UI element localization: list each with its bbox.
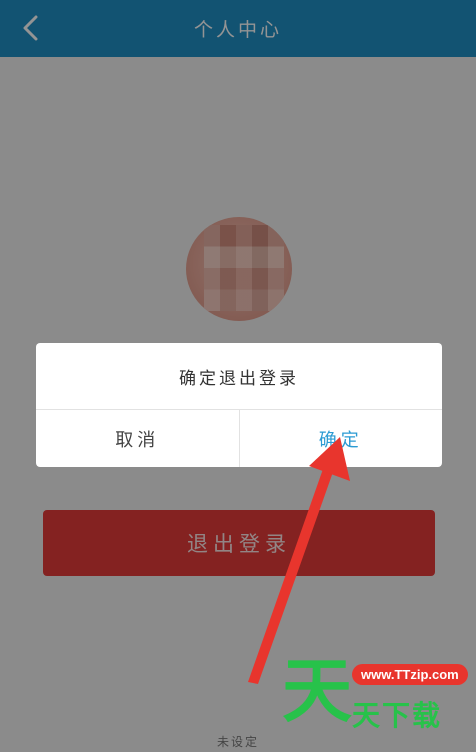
watermark-logo-char: 天	[282, 650, 352, 732]
dialog-actions: 取消 确定	[36, 410, 442, 467]
watermark-name: 天下载	[352, 699, 443, 732]
site-watermark: 天 www.TTzip.com 天下载	[282, 656, 476, 752]
confirm-button[interactable]: 确定	[240, 410, 443, 467]
watermark-url: www.TTzip.com	[352, 664, 468, 685]
cancel-button[interactable]: 取消	[36, 410, 240, 467]
dialog-message: 确定退出登录	[36, 343, 442, 410]
logout-confirm-dialog: 确定退出登录 取消 确定	[36, 343, 442, 467]
